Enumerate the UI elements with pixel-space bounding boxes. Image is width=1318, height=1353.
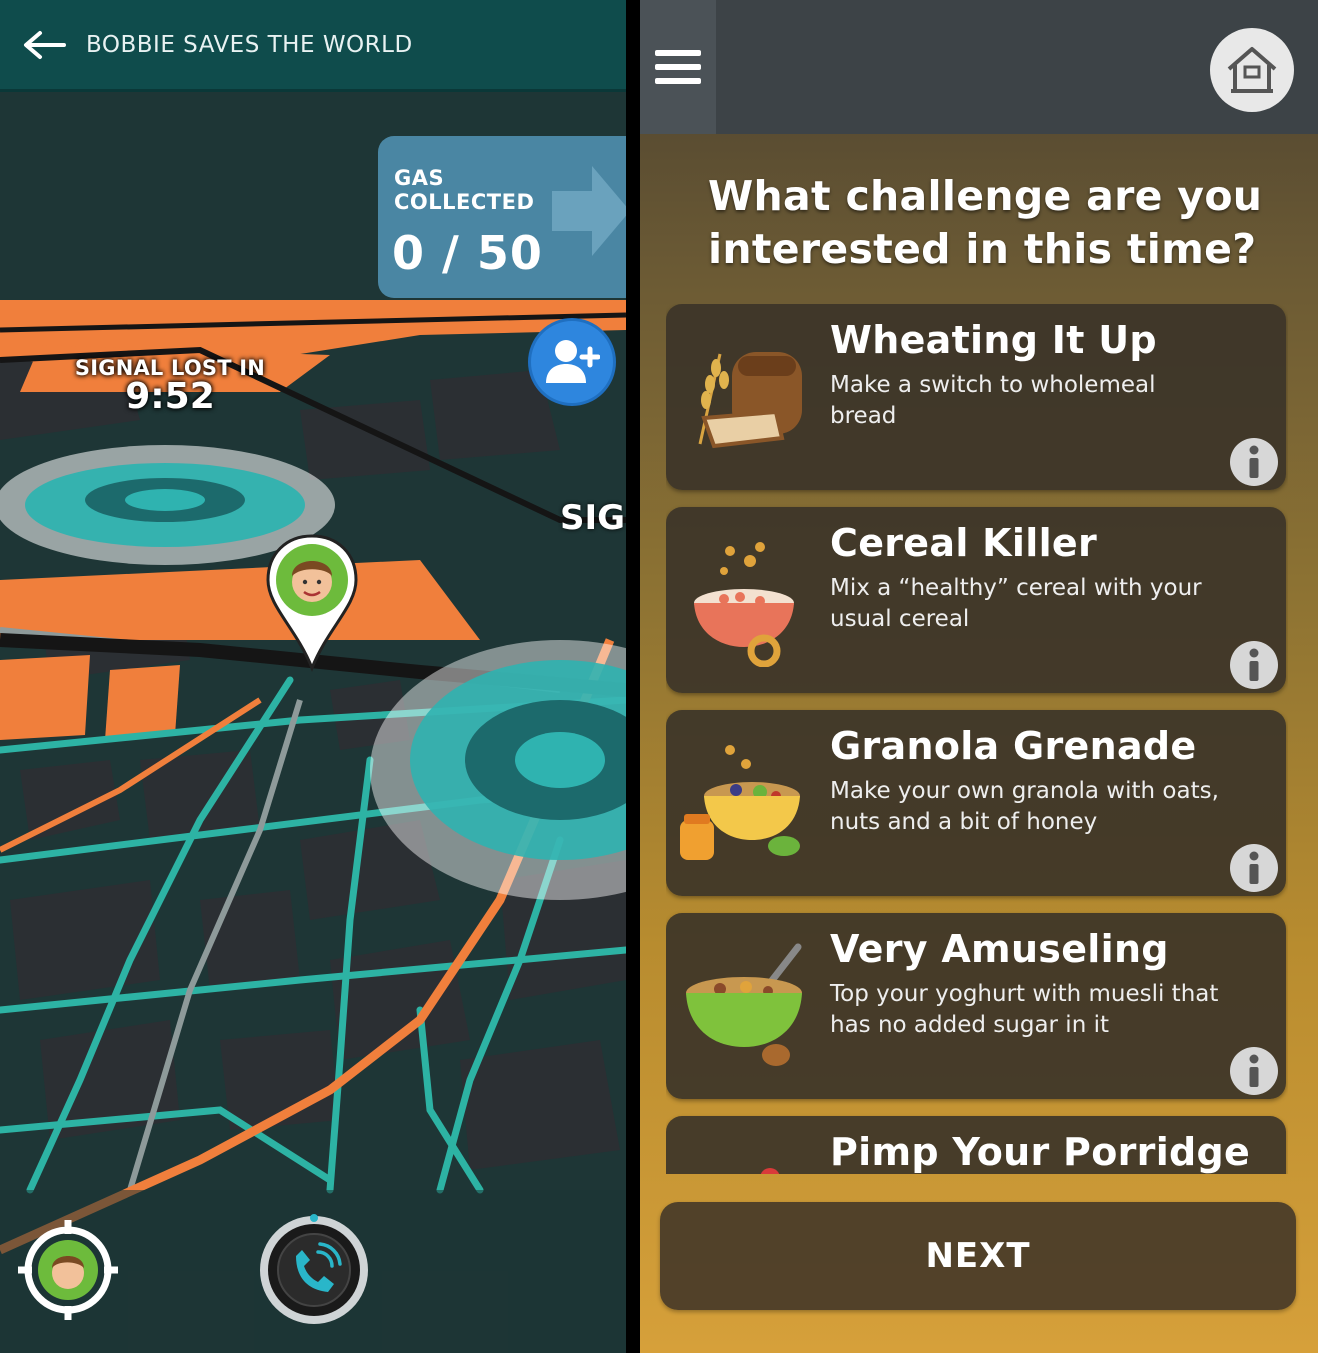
header-bar <box>640 0 1318 134</box>
challenge-title: Cereal Killer <box>830 521 1098 565</box>
bread-wheat-icon <box>698 352 802 449</box>
gas-count: 0 / 50 <box>392 226 543 280</box>
signal-lost-timer: SIGNAL LOST IN 9:52 <box>70 356 270 417</box>
question-heading: What challenge are you interested in thi… <box>708 172 1263 273</box>
map-area-label: SIG <box>560 498 626 538</box>
muesli-bowl-icon <box>686 943 802 1066</box>
add-user-icon <box>546 340 600 383</box>
screen-title: BOBBIE SAVES THE WORLD <box>86 31 413 58</box>
challenge-description: Top your yoghurt with muesli that has no… <box>830 981 1219 1038</box>
home-button[interactable] <box>1210 28 1294 112</box>
challenge-card-cereal-killer[interactable]: Cereal Killer Mix a “healthy” cereal wit… <box>666 507 1286 693</box>
info-icon[interactable] <box>1228 436 1280 488</box>
add-friend-button[interactable] <box>528 318 616 406</box>
info-icon[interactable] <box>1228 842 1280 894</box>
challenge-card-wheating-it-up[interactable]: Wheating It Up Make a switch to wholemea… <box>666 304 1286 490</box>
locate-player-icon[interactable] <box>16 1218 120 1322</box>
challenge-selection-screen: What challenge are you interested in thi… <box>640 0 1318 1353</box>
info-icon[interactable] <box>1228 639 1280 691</box>
screen-divider <box>626 0 640 1353</box>
map-game-screen: BOBBIE SAVES THE WORLD GAS COLLECTED 0 /… <box>0 0 626 1353</box>
challenge-list[interactable]: Wheating It Up Make a switch to wholemea… <box>666 304 1288 1174</box>
challenge-card-pimp-your-porridge[interactable]: Pimp Your Porridge <box>666 1116 1286 1174</box>
menu-button[interactable] <box>640 0 716 134</box>
hamburger-menu-icon <box>655 50 701 84</box>
gas-label: GAS COLLECTED <box>394 166 535 214</box>
info-icon[interactable] <box>1228 1045 1280 1097</box>
signal-time: 9:52 <box>125 376 215 417</box>
challenge-card-very-amuseling[interactable]: Very Amuseling Top your yoghurt with mue… <box>666 913 1286 1099</box>
top-bar: BOBBIE SAVES THE WORLD <box>0 0 626 92</box>
challenge-title: Wheating It Up <box>830 318 1157 362</box>
player-avatar-pin-icon[interactable] <box>262 532 362 672</box>
cereal-bowl-icon <box>694 542 794 667</box>
granola-bowl-icon <box>680 745 800 860</box>
porridge-bowl-icon <box>760 1168 780 1174</box>
gas-collected-panel: GAS COLLECTED 0 / 50 <box>378 136 626 298</box>
next-button[interactable]: NEXT <box>660 1202 1296 1310</box>
challenge-description: Make a switch to wholemeal bread <box>830 372 1156 429</box>
home-icon <box>1227 47 1277 93</box>
phone-call-icon[interactable] <box>256 1212 372 1328</box>
challenge-card-granola-grenade[interactable]: Granola Grenade Make your own granola wi… <box>666 710 1286 896</box>
challenge-title: Granola Grenade <box>830 724 1197 768</box>
challenge-description: Mix a “healthy” cereal with your usual c… <box>830 575 1202 632</box>
arrow-left-icon[interactable] <box>22 30 66 60</box>
challenge-title: Pimp Your Porridge <box>830 1130 1251 1174</box>
challenge-title: Very Amuseling <box>830 927 1169 971</box>
challenge-description: Make your own granola with oats, nuts an… <box>830 778 1219 835</box>
